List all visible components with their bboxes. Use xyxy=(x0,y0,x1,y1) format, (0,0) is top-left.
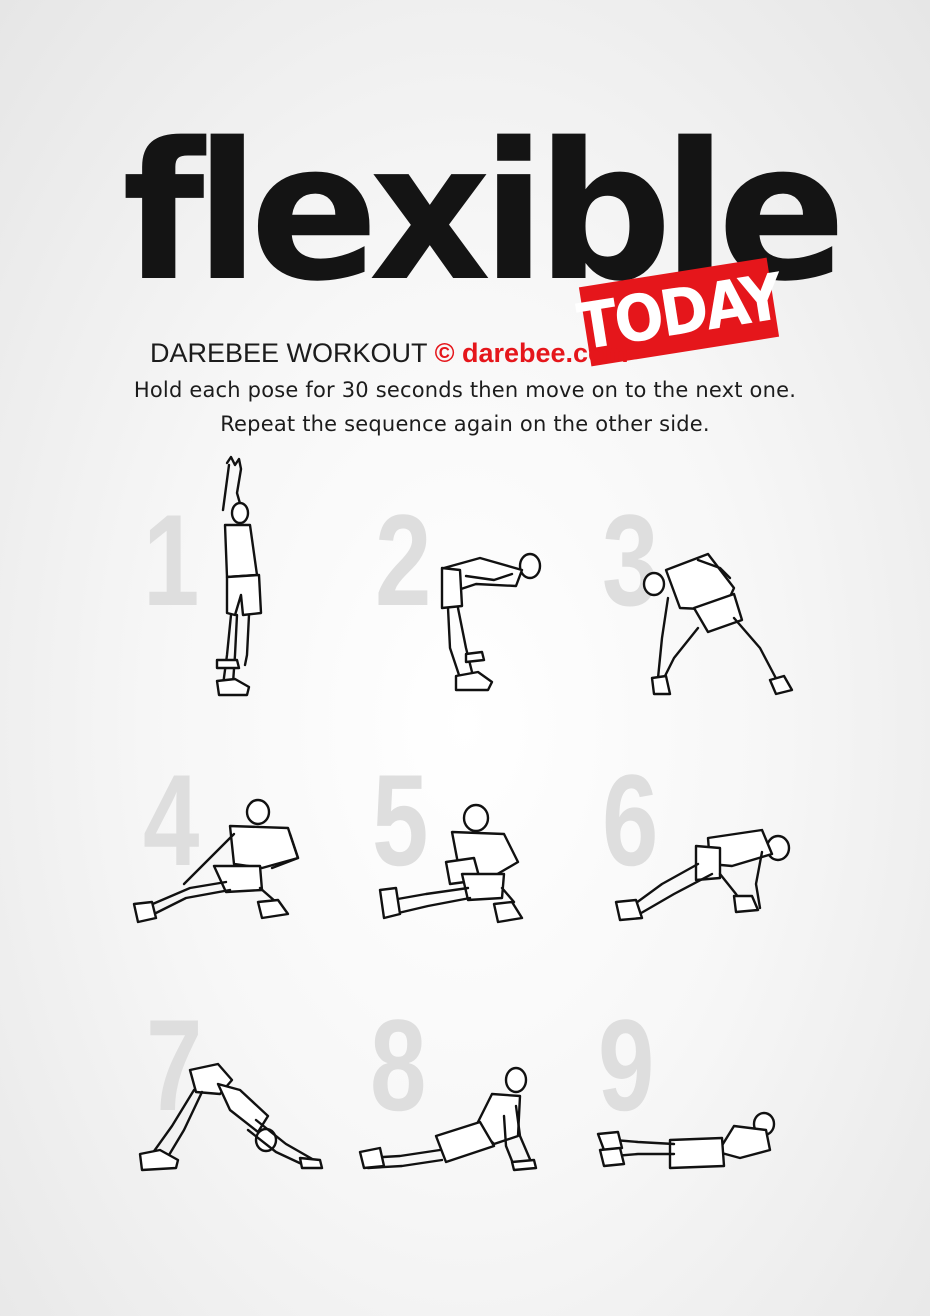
exercise-figure-1 xyxy=(205,455,275,700)
exercise-figure-3 xyxy=(638,548,798,698)
exercise-figure-4 xyxy=(130,798,310,928)
exercise-figure-8 xyxy=(356,1066,546,1176)
brand-label: DAREBEE WORKOUT xyxy=(150,338,428,368)
copyright-icon: © xyxy=(434,338,455,368)
exercise-figure-2 xyxy=(436,548,546,698)
brand-line: DAREBEE WORKOUT © darebee.com xyxy=(150,338,629,369)
exercise-figure-7 xyxy=(136,1060,326,1175)
exercise-number-1: 1 xyxy=(143,487,200,633)
exercise-number-2: 2 xyxy=(375,487,432,633)
site-link[interactable]: darebee.com xyxy=(462,338,629,368)
exercise-figure-5 xyxy=(376,798,526,928)
instruction-line-2: Repeat the sequence again on the other s… xyxy=(220,412,710,436)
instruction-line-1: Hold each pose for 30 seconds then move … xyxy=(133,378,797,402)
exercise-figure-6 xyxy=(612,824,802,924)
exercise-figure-9 xyxy=(594,1110,784,1174)
